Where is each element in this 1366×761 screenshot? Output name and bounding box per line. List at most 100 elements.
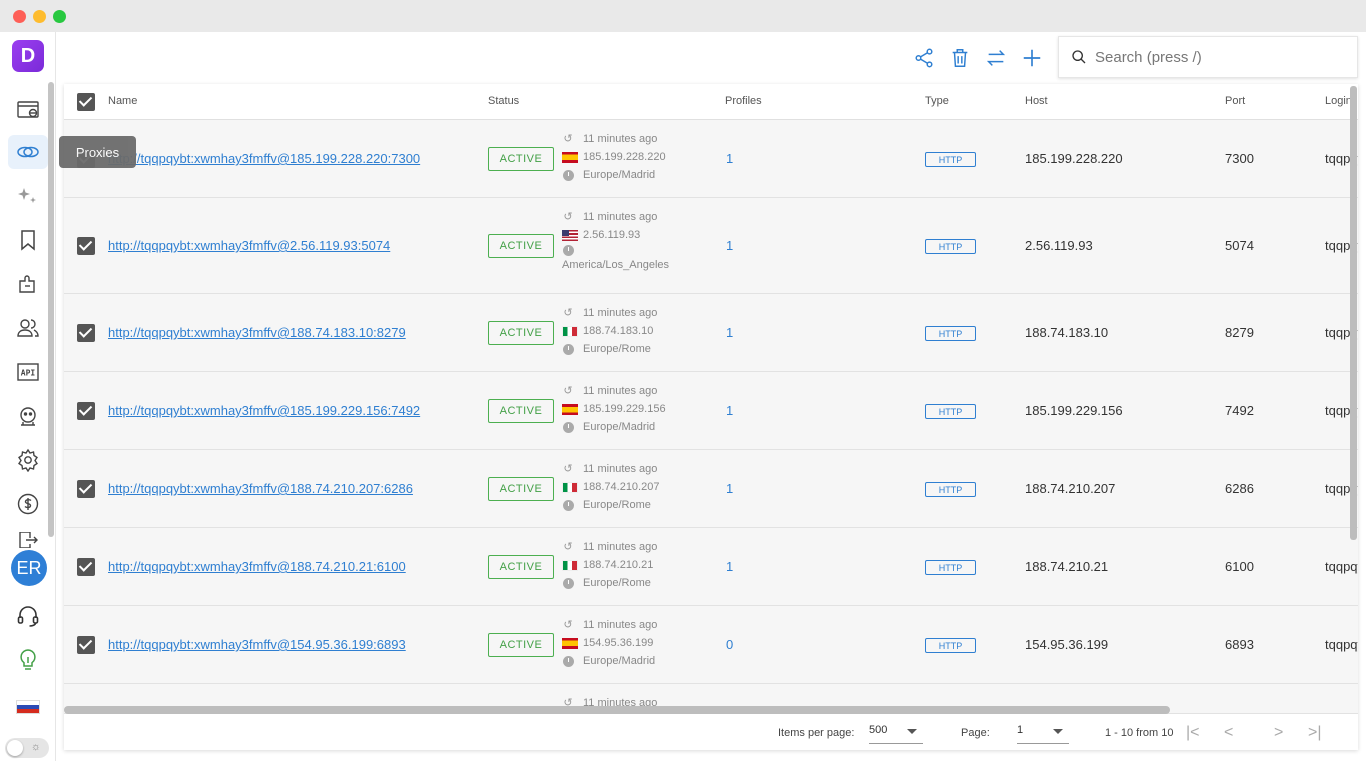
- history-icon: ↺: [563, 541, 573, 553]
- chevron-down-icon: [1053, 729, 1063, 734]
- billing-dollar-icon[interactable]: [14, 490, 42, 518]
- row-checkbox[interactable]: [77, 237, 95, 255]
- proxy-name-link[interactable]: http://tqqpqybt:xwmhay3fmffv@188.74.210.…: [108, 481, 413, 496]
- team-icon[interactable]: [14, 314, 42, 342]
- items-per-page-label: Items per page:: [778, 727, 855, 739]
- proxy-name-link[interactable]: http://tqqpqybt:xwmhay3fmffv@154.95.36.1…: [108, 637, 406, 652]
- logout-icon[interactable]: [14, 532, 42, 548]
- profiles-count-link[interactable]: 1: [726, 481, 733, 496]
- support-headset-icon[interactable]: [14, 602, 42, 630]
- proxies-icon[interactable]: [8, 135, 48, 169]
- history-icon: ↺: [563, 307, 573, 319]
- status-badge: ACTIVE: [488, 147, 554, 171]
- page-select[interactable]: 1: [1017, 724, 1069, 744]
- horizontal-scrollbar[interactable]: [64, 706, 1170, 714]
- history-icon: ↺: [563, 385, 573, 397]
- search-input[interactable]: [1095, 48, 1335, 66]
- previous-page-icon[interactable]: <: [1224, 724, 1233, 742]
- trash-icon[interactable]: [947, 45, 973, 71]
- column-header-name[interactable]: Name: [108, 95, 137, 107]
- status-badge: ACTIVE: [488, 399, 554, 423]
- column-header-port[interactable]: Port: [1225, 95, 1245, 107]
- pagination-range: 1 - 10 from 10: [1105, 727, 1174, 739]
- column-header-host[interactable]: Host: [1025, 95, 1048, 107]
- clock-icon: [562, 244, 574, 256]
- type-badge: HTTP: [925, 404, 976, 419]
- type-badge: HTTP: [925, 239, 976, 254]
- sidebar-scrollbar[interactable]: [48, 82, 54, 537]
- profiles-count-link[interactable]: 1: [726, 325, 733, 340]
- table-row[interactable]: http://tqqpqybt:xwmhay3fmffv@185.199.229…: [64, 372, 1358, 450]
- row-checkbox[interactable]: [77, 480, 95, 498]
- ideas-lightbulb-icon[interactable]: [14, 646, 42, 674]
- first-page-icon[interactable]: |<: [1186, 724, 1200, 742]
- api-icon[interactable]: API: [14, 358, 42, 386]
- select-all-checkbox[interactable]: [77, 93, 95, 111]
- proxy-name-link[interactable]: http://tqqpqybt:xwmhay3fmffv@2.56.119.93…: [108, 238, 390, 253]
- host-cell: 185.199.228.220: [1025, 151, 1123, 166]
- status-badge: ACTIVE: [488, 555, 554, 579]
- profiles-count-link[interactable]: 1: [726, 403, 733, 418]
- share-icon[interactable]: [911, 45, 937, 71]
- tooltip-proxies: Proxies: [59, 136, 136, 168]
- language-flag-icon[interactable]: [16, 700, 40, 714]
- settings-gear-icon[interactable]: [14, 446, 42, 474]
- proxy-name-link[interactable]: http://tqqpqybt:xwmhay3fmffv@185.199.229…: [108, 403, 420, 418]
- column-header-profiles[interactable]: Profiles: [725, 95, 762, 107]
- toggle-knob: [7, 740, 23, 756]
- user-avatar[interactable]: ER: [11, 550, 47, 586]
- history-icon: ↺: [563, 619, 573, 631]
- items-per-page-select[interactable]: 500: [869, 724, 923, 744]
- robot-icon[interactable]: [14, 402, 42, 430]
- proxy-check-info: ↺ 11 minutes ago 185.199.228.220 Europe/Mad…: [562, 133, 666, 181]
- table-row[interactable]: http://tqqpqybt:xwmhay3fmffv@188.74.210.…: [64, 528, 1358, 606]
- vertical-scrollbar[interactable]: [1350, 86, 1357, 540]
- extensions-icon[interactable]: [14, 270, 42, 298]
- clock-icon: [562, 499, 574, 511]
- proxy-check-info: ↺ 11 minutes ago 154.95.36.199 Europe/Madri…: [562, 619, 658, 667]
- automation-sparkle-icon[interactable]: [14, 182, 42, 210]
- profiles-count-link[interactable]: 0: [726, 637, 733, 652]
- profiles-count-link[interactable]: 1: [726, 238, 733, 253]
- row-checkbox[interactable]: [77, 402, 95, 420]
- close-window-button[interactable]: [13, 10, 26, 23]
- browser-profiles-icon[interactable]: [14, 96, 42, 124]
- bookmark-icon[interactable]: [14, 226, 42, 254]
- table-row[interactable]: http://tqqpqybt:xwmhay3fmffv@154.95.36.1…: [64, 606, 1358, 684]
- proxies-table: Name Status Profiles Type Host Port Logi…: [64, 84, 1358, 750]
- minimize-window-button[interactable]: [33, 10, 46, 23]
- theme-toggle[interactable]: ☼: [5, 738, 49, 758]
- next-page-icon[interactable]: >: [1274, 724, 1283, 742]
- country-flag-icon: [562, 229, 578, 241]
- table-row[interactable]: http://tqqpqybt:xwmhay3fmffv@188.74.183.…: [64, 294, 1358, 372]
- swap-icon[interactable]: [983, 45, 1009, 71]
- search-box[interactable]: [1058, 36, 1358, 78]
- port-cell: 7492: [1225, 403, 1254, 418]
- row-checkbox[interactable]: [77, 558, 95, 576]
- proxy-name-link[interactable]: http://tqqpqybt:xwmhay3fmffv@188.74.210.…: [108, 559, 406, 574]
- status-badge: ACTIVE: [488, 234, 554, 258]
- proxy-name-link[interactable]: http://tqqpqybt:xwmhay3fmffv@188.74.183.…: [108, 325, 406, 340]
- maximize-window-button[interactable]: [53, 10, 66, 23]
- app-logo[interactable]: D: [12, 40, 44, 72]
- status-badge: ACTIVE: [488, 633, 554, 657]
- column-header-status[interactable]: Status: [488, 95, 519, 107]
- row-checkbox[interactable]: [77, 636, 95, 654]
- country-flag-icon: [562, 325, 578, 337]
- sidebar: D API ER ☼: [0, 32, 56, 761]
- country-flag-icon: [562, 403, 578, 415]
- column-header-type[interactable]: Type: [925, 95, 949, 107]
- row-checkbox[interactable]: [77, 324, 95, 342]
- proxy-name-link[interactable]: http://tqqpqybt:xwmhay3fmffv@185.199.228…: [108, 151, 420, 166]
- profiles-count-link[interactable]: 1: [726, 151, 733, 166]
- table-row[interactable]: http://tqqpqybt:xwmhay3fmffv@188.74.210.…: [64, 450, 1358, 528]
- profiles-count-link[interactable]: 1: [726, 559, 733, 574]
- table-row[interactable]: http://tqqpqybt:xwmhay3fmffv@185.199.228…: [64, 120, 1358, 198]
- column-header-login[interactable]: Login: [1325, 95, 1352, 107]
- plus-icon[interactable]: [1019, 45, 1045, 71]
- search-icon: [1072, 50, 1086, 64]
- table-row[interactable]: http://tqqpqybt:xwmhay3fmffv@2.56.119.93…: [64, 198, 1358, 294]
- last-page-icon[interactable]: >|: [1308, 724, 1322, 742]
- status-badge: ACTIVE: [488, 321, 554, 345]
- host-cell: 2.56.119.93: [1025, 238, 1093, 253]
